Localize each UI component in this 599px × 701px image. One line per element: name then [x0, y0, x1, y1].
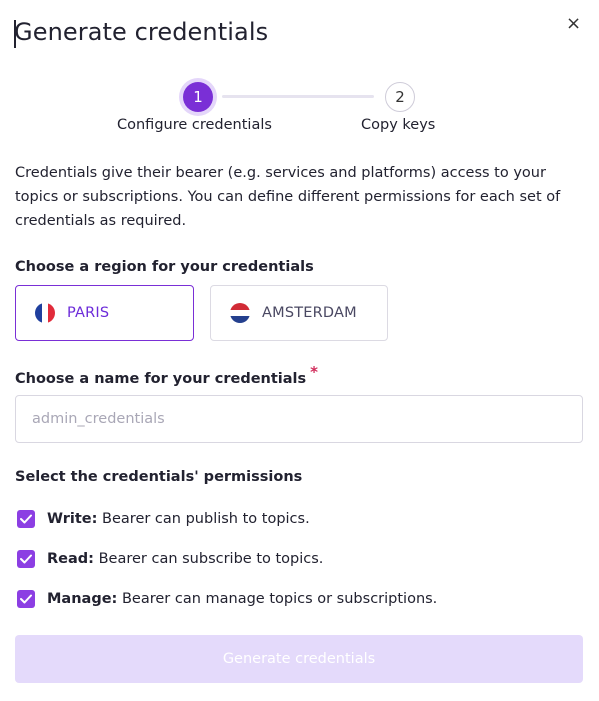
permission-description: Bearer can subscribe to topics. — [93, 551, 324, 567]
step-1-label: Configure credentials — [117, 117, 272, 133]
france-flag-icon — [35, 303, 55, 323]
permission-write[interactable]: Write: Bearer can publish to topics. — [17, 509, 310, 529]
region-option-amsterdam[interactable]: AMSTERDAM — [210, 285, 388, 341]
stepper: 1 2 Configure credentials Copy keys — [0, 80, 599, 140]
region-option-label: AMSTERDAM — [262, 305, 357, 321]
generate-credentials-dialog: Generate credentials × 1 2 Configure cre… — [0, 0, 599, 701]
permission-name: Manage: — [47, 591, 118, 607]
permission-name: Write: — [47, 511, 98, 527]
permission-description: Bearer can publish to topics. — [97, 511, 310, 527]
permission-manage[interactable]: Manage: Bearer can manage topics or subs… — [17, 589, 437, 609]
generate-credentials-button[interactable]: Generate credentials — [15, 635, 583, 683]
permission-text: Manage: Bearer can manage topics or subs… — [47, 591, 437, 607]
close-icon[interactable]: × — [566, 14, 581, 34]
checkmark-icon — [20, 514, 32, 524]
checkmark-icon — [20, 594, 32, 604]
permission-text: Read: Bearer can subscribe to topics. — [47, 551, 323, 567]
checkmark-icon — [20, 554, 32, 564]
write-checkbox[interactable] — [17, 510, 35, 528]
stepper-connector — [222, 95, 374, 98]
dialog-title: Generate credentials — [14, 18, 269, 46]
region-option-label: PARIS — [67, 305, 110, 321]
region-section-label: Choose a region for your credentials — [15, 259, 314, 275]
permissions-section-label: Select the credentials' permissions — [15, 469, 303, 485]
name-section-label: Choose a name for your credentials * — [15, 363, 318, 387]
netherlands-flag-icon — [230, 303, 250, 323]
step-2-indicator: 2 — [385, 82, 415, 112]
dialog-description: Credentials give their bearer (e.g. serv… — [15, 165, 561, 229]
permission-text: Write: Bearer can publish to topics. — [47, 511, 310, 527]
credentials-name-input[interactable] — [15, 395, 583, 443]
read-checkbox[interactable] — [17, 550, 35, 568]
region-option-paris[interactable]: PARIS — [15, 285, 194, 341]
required-indicator: * — [310, 363, 318, 381]
step-1-indicator: 1 — [183, 82, 213, 112]
permission-read[interactable]: Read: Bearer can subscribe to topics. — [17, 549, 323, 569]
permission-name: Read: — [47, 551, 94, 567]
name-label-text: Choose a name for your credentials — [15, 371, 307, 387]
manage-checkbox[interactable] — [17, 590, 35, 608]
step-2-label: Copy keys — [361, 117, 436, 133]
permission-description: Bearer can manage topics or subscription… — [117, 591, 438, 607]
